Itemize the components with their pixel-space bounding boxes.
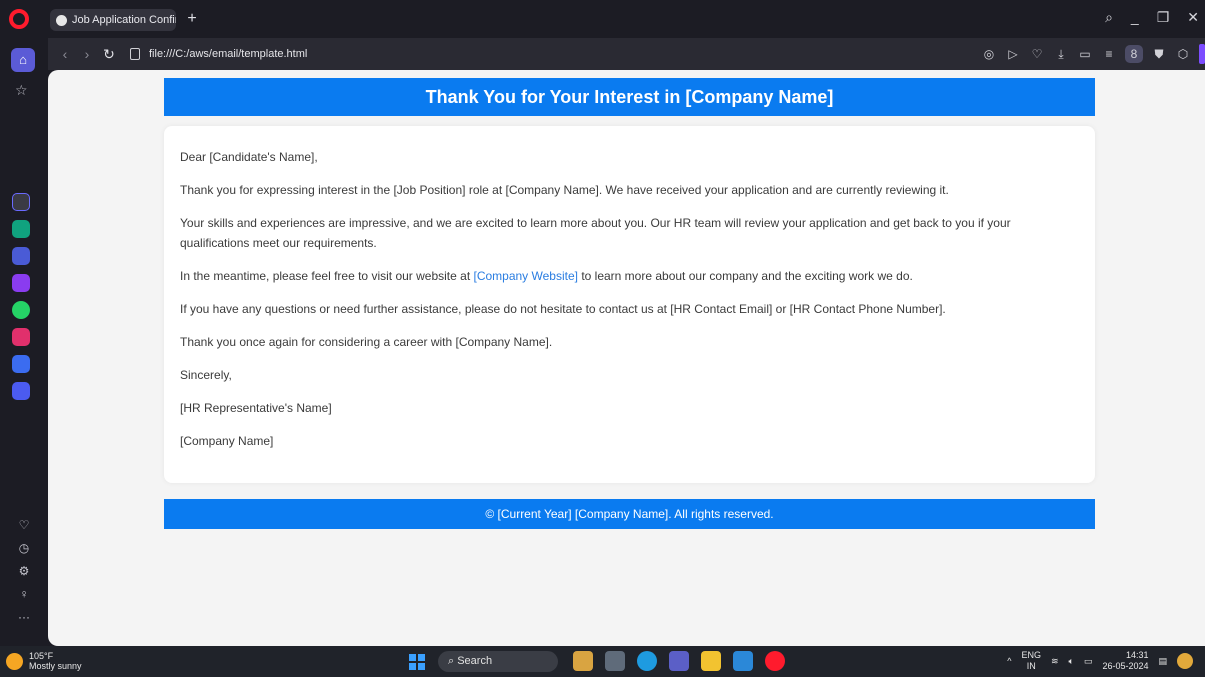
toolbar-icons: ◎ ▷ ♡ ⤓ ▭ ≡ 8 ⛊ ⬡ bbox=[981, 44, 1205, 64]
sidebar-apps bbox=[12, 193, 30, 400]
volume-icon[interactable]: 🔈︎ bbox=[1069, 656, 1074, 667]
region-code: IN bbox=[1026, 661, 1036, 671]
signer-name: [HR Representative's Name] bbox=[180, 401, 332, 415]
whatsapp-icon[interactable] bbox=[12, 301, 30, 319]
extensions-icon[interactable]: ⬡ bbox=[1175, 47, 1191, 61]
file-icon bbox=[130, 48, 140, 60]
camera-icon[interactable]: ◎ bbox=[981, 47, 997, 61]
send-icon[interactable]: ▷ bbox=[1005, 47, 1021, 61]
taskbar-apps bbox=[573, 651, 785, 671]
back-icon[interactable]: ‹ bbox=[54, 46, 76, 62]
more-icon[interactable]: ··· bbox=[14, 610, 34, 624]
closing: Sincerely, bbox=[180, 368, 232, 382]
star-icon[interactable]: ☆ bbox=[15, 82, 28, 99]
taskbar: 105°F Mostly sunny ⌕ Search ^ ENG IN ≋ 🔈… bbox=[0, 646, 1205, 677]
notification-icon[interactable]: ▤ bbox=[1158, 656, 1167, 667]
paragraph-received: Thank you for expressing interest in the… bbox=[180, 183, 949, 197]
wifi-icon[interactable]: ≋ bbox=[1051, 656, 1059, 667]
url-field[interactable]: file:///C:/aws/email/template.html bbox=[149, 48, 307, 60]
download-icon[interactable]: ⤓ bbox=[1053, 47, 1069, 62]
bulb-icon[interactable]: ♀ bbox=[14, 587, 34, 601]
history-icon[interactable]: ◷ bbox=[14, 541, 34, 555]
favorites-icon[interactable]: ♡ bbox=[14, 518, 34, 532]
reload-icon[interactable]: ↻ bbox=[98, 46, 120, 63]
tray-chevron-icon[interactable]: ^ bbox=[1007, 656, 1011, 666]
instagram-icon[interactable] bbox=[12, 328, 30, 346]
sidebar-bottom: ♡ ◷ ⚙ ♀ ··· bbox=[14, 518, 34, 624]
chatsonic-icon[interactable] bbox=[12, 247, 30, 265]
widgets-icon[interactable] bbox=[573, 651, 593, 671]
store-icon[interactable] bbox=[733, 651, 753, 671]
system-tray: ^ ENG IN ≋ 🔈︎ ▭ 14:31 26-05-2024 ▤ bbox=[1007, 650, 1193, 672]
start-windows-icon[interactable] bbox=[409, 654, 425, 670]
menu-icon[interactable]: ≡ bbox=[1101, 47, 1117, 61]
globe-icon bbox=[56, 14, 67, 26]
weather-sun-icon bbox=[6, 652, 23, 670]
website-text-after: to learn more about our company and the … bbox=[577, 269, 913, 283]
messenger-icon[interactable] bbox=[12, 274, 30, 292]
extension-badge-icon[interactable] bbox=[1199, 44, 1205, 64]
greeting: Dear [Candidate's Name], bbox=[180, 150, 318, 164]
clock[interactable]: 14:31 26-05-2024 bbox=[1102, 650, 1148, 672]
player-icon[interactable] bbox=[12, 382, 30, 400]
shield-icon[interactable]: ⛊ bbox=[1151, 47, 1167, 62]
company-website-link[interactable]: [Company Website] bbox=[473, 269, 578, 283]
settings-icon[interactable]: ⚙ bbox=[14, 564, 34, 578]
address-bar: ‹ › ↻ file:///C:/aws/email/template.html… bbox=[48, 38, 1205, 70]
clock-date: 26-05-2024 bbox=[1102, 661, 1149, 671]
restore-icon[interactable]: ❐ bbox=[1157, 9, 1170, 26]
paragraph-website: In the meantime, please feel free to vis… bbox=[180, 266, 1077, 286]
paragraph-contact: If you have any questions or need furthe… bbox=[180, 302, 946, 316]
home-icon[interactable]: ⌂ bbox=[11, 48, 35, 72]
search-label: Search bbox=[457, 655, 493, 667]
temperature: 105°F bbox=[29, 651, 54, 661]
sidebar: ⌂ ☆ ♡ ◷ ⚙ ♀ ··· bbox=[0, 38, 48, 646]
tab-bar: Job Application Confirmat + ⌕ _ ❐ ✕ bbox=[0, 0, 1205, 38]
language-indicator[interactable]: ENG IN bbox=[1021, 650, 1041, 672]
taskbar-search[interactable]: ⌕ Search bbox=[438, 651, 558, 672]
opera-taskbar-icon[interactable] bbox=[765, 651, 785, 671]
email-body-card: Dear [Candidate's Name], Thank you for e… bbox=[164, 126, 1095, 483]
copilot-icon[interactable] bbox=[1177, 653, 1193, 669]
signer-company: [Company Name] bbox=[180, 434, 274, 448]
task-view-icon[interactable] bbox=[605, 651, 625, 671]
battery-tray-icon[interactable]: ▭ bbox=[1084, 656, 1093, 667]
tab-title: Job Application Confirmat bbox=[72, 14, 176, 26]
battery-icon[interactable]: ▭ bbox=[1077, 47, 1093, 61]
music-icon[interactable] bbox=[12, 355, 30, 373]
opera-logo-icon[interactable] bbox=[9, 9, 29, 29]
language-code: ENG bbox=[1021, 650, 1041, 660]
chatgpt-icon[interactable] bbox=[12, 220, 30, 238]
new-tab-button[interactable]: + bbox=[184, 11, 200, 27]
page-viewport: Thank You for Your Interest in [Company … bbox=[48, 70, 1205, 646]
aria-icon[interactable] bbox=[12, 193, 30, 211]
tab-job-application[interactable]: Job Application Confirmat bbox=[50, 9, 176, 31]
file-explorer-icon[interactable] bbox=[701, 651, 721, 671]
search-tabs-icon[interactable]: ⌕ bbox=[1105, 9, 1113, 26]
forward-icon[interactable]: › bbox=[76, 46, 98, 62]
minimize-icon[interactable]: _ bbox=[1131, 9, 1139, 26]
window-controls: ⌕ _ ❐ ✕ bbox=[1105, 9, 1199, 26]
paragraph-thanks: Thank you once again for considering a c… bbox=[180, 335, 553, 349]
profile-icon[interactable]: 8 bbox=[1125, 45, 1143, 63]
weather-widget[interactable]: 105°F Mostly sunny bbox=[6, 651, 82, 671]
email-header: Thank You for Your Interest in [Company … bbox=[164, 78, 1095, 116]
paragraph-skills: Your skills and experiences are impressi… bbox=[180, 216, 1011, 250]
edge-icon[interactable] bbox=[637, 651, 657, 671]
teams-icon[interactable] bbox=[669, 651, 689, 671]
website-text-before: In the meantime, please feel free to vis… bbox=[180, 269, 474, 283]
clock-time: 14:31 bbox=[1125, 650, 1149, 660]
email-footer: © [Current Year] [Company Name]. All rig… bbox=[164, 499, 1095, 529]
weather-condition: Mostly sunny bbox=[29, 661, 82, 671]
close-icon[interactable]: ✕ bbox=[1187, 9, 1199, 26]
heart-icon[interactable]: ♡ bbox=[1029, 47, 1045, 61]
